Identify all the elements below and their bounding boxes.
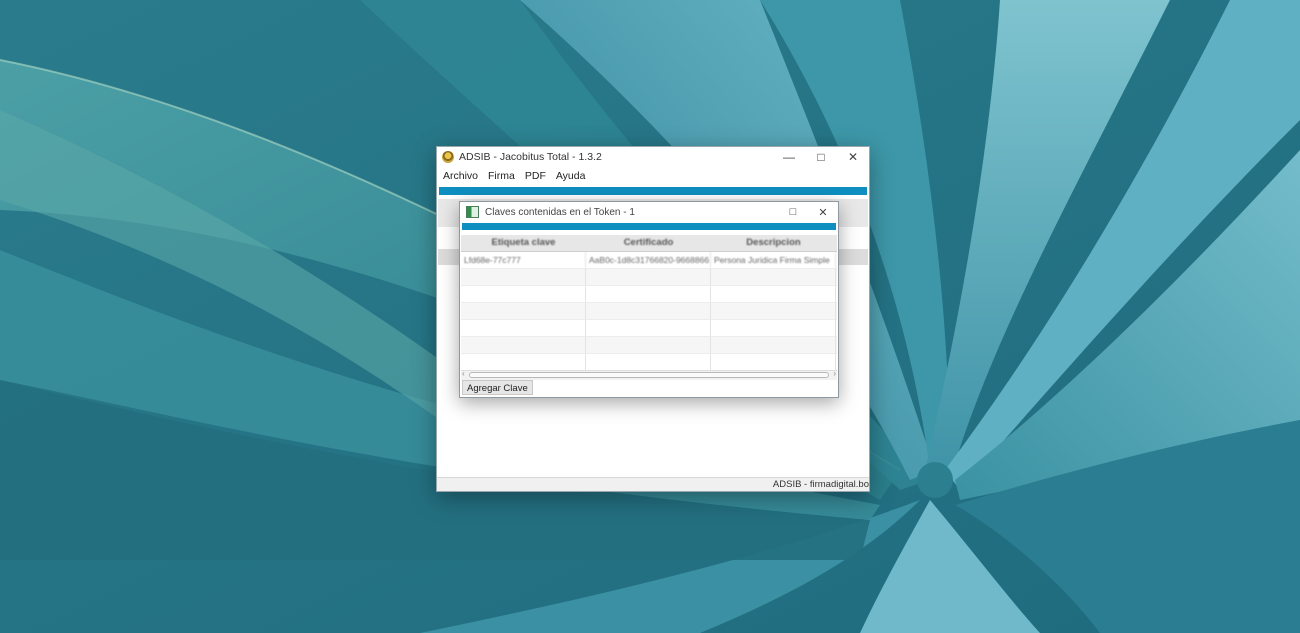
minimize-button[interactable]: — <box>773 147 805 167</box>
dialog-title: Claves contenidas en el Token - 1 <box>485 206 635 218</box>
dialog-accent-bar <box>462 223 836 230</box>
add-key-button[interactable]: Agregar Clave <box>462 380 533 395</box>
horizontal-scrollbar[interactable]: ‹ › <box>461 369 837 380</box>
column-header-certificado[interactable]: Certificado <box>586 235 711 251</box>
table-row <box>461 269 837 286</box>
maximize-button[interactable]: □ <box>805 147 837 167</box>
java-window-icon <box>466 206 479 218</box>
menu-archivo[interactable]: Archivo <box>443 170 478 182</box>
dialog-close-button[interactable]: ✕ <box>808 202 838 222</box>
maximize-icon: □ <box>817 150 825 164</box>
scrollbar-thumb[interactable] <box>469 372 829 378</box>
close-button[interactable]: ✕ <box>837 147 869 167</box>
status-bar: ADSIB - firmadigital.bo <box>437 477 869 491</box>
menu-ayuda[interactable]: Ayuda <box>556 170 586 182</box>
cell-certificado: AaB0c-1d8c31766820-9668866 <box>586 252 711 268</box>
status-text: ADSIB - firmadigital.bo <box>772 479 869 490</box>
dialog-maximize-button[interactable]: □ <box>778 202 808 222</box>
cell-descripcion: Persona Juridica Firma Simple <box>711 252 836 268</box>
keys-table: Etiqueta clave Certificado Descripcion L… <box>461 235 837 371</box>
maximize-icon: □ <box>789 206 797 218</box>
main-titlebar[interactable]: ADSIB - Jacobitus Total - 1.3.2 — □ ✕ <box>437 147 869 167</box>
column-header-etiqueta[interactable]: Etiqueta clave <box>461 235 586 251</box>
main-window-title: ADSIB - Jacobitus Total - 1.3.2 <box>459 151 602 163</box>
main-accent-bar <box>439 187 867 195</box>
table-row <box>461 354 837 371</box>
menubar: Archivo Firma PDF Ayuda <box>437 167 869 185</box>
table-body: Lfd68e-77c777 AaB0c-1d8c31766820-9668866… <box>461 252 837 371</box>
column-header-descripcion[interactable]: Descripcion <box>711 235 836 251</box>
scroll-right-icon[interactable]: › <box>833 369 836 378</box>
minimize-icon: — <box>783 150 795 164</box>
dialog-titlebar[interactable]: Claves contenidas en el Token - 1 □ ✕ <box>460 202 838 222</box>
close-icon: ✕ <box>818 206 828 219</box>
table-row <box>461 286 837 303</box>
menu-pdf[interactable]: PDF <box>525 170 546 182</box>
table-row <box>461 337 837 354</box>
scroll-left-icon[interactable]: ‹ <box>462 369 465 378</box>
token-keys-dialog: Claves contenidas en el Token - 1 □ ✕ Et… <box>459 201 839 398</box>
menu-firma[interactable]: Firma <box>488 170 515 182</box>
close-icon: ✕ <box>847 150 859 164</box>
table-row[interactable]: Lfd68e-77c777 AaB0c-1d8c31766820-9668866… <box>461 252 837 269</box>
cell-etiqueta: Lfd68e-77c777 <box>461 252 586 268</box>
adsib-logo-icon <box>442 151 454 163</box>
table-row <box>461 320 837 337</box>
table-row <box>461 303 837 320</box>
table-header: Etiqueta clave Certificado Descripcion <box>461 235 837 252</box>
